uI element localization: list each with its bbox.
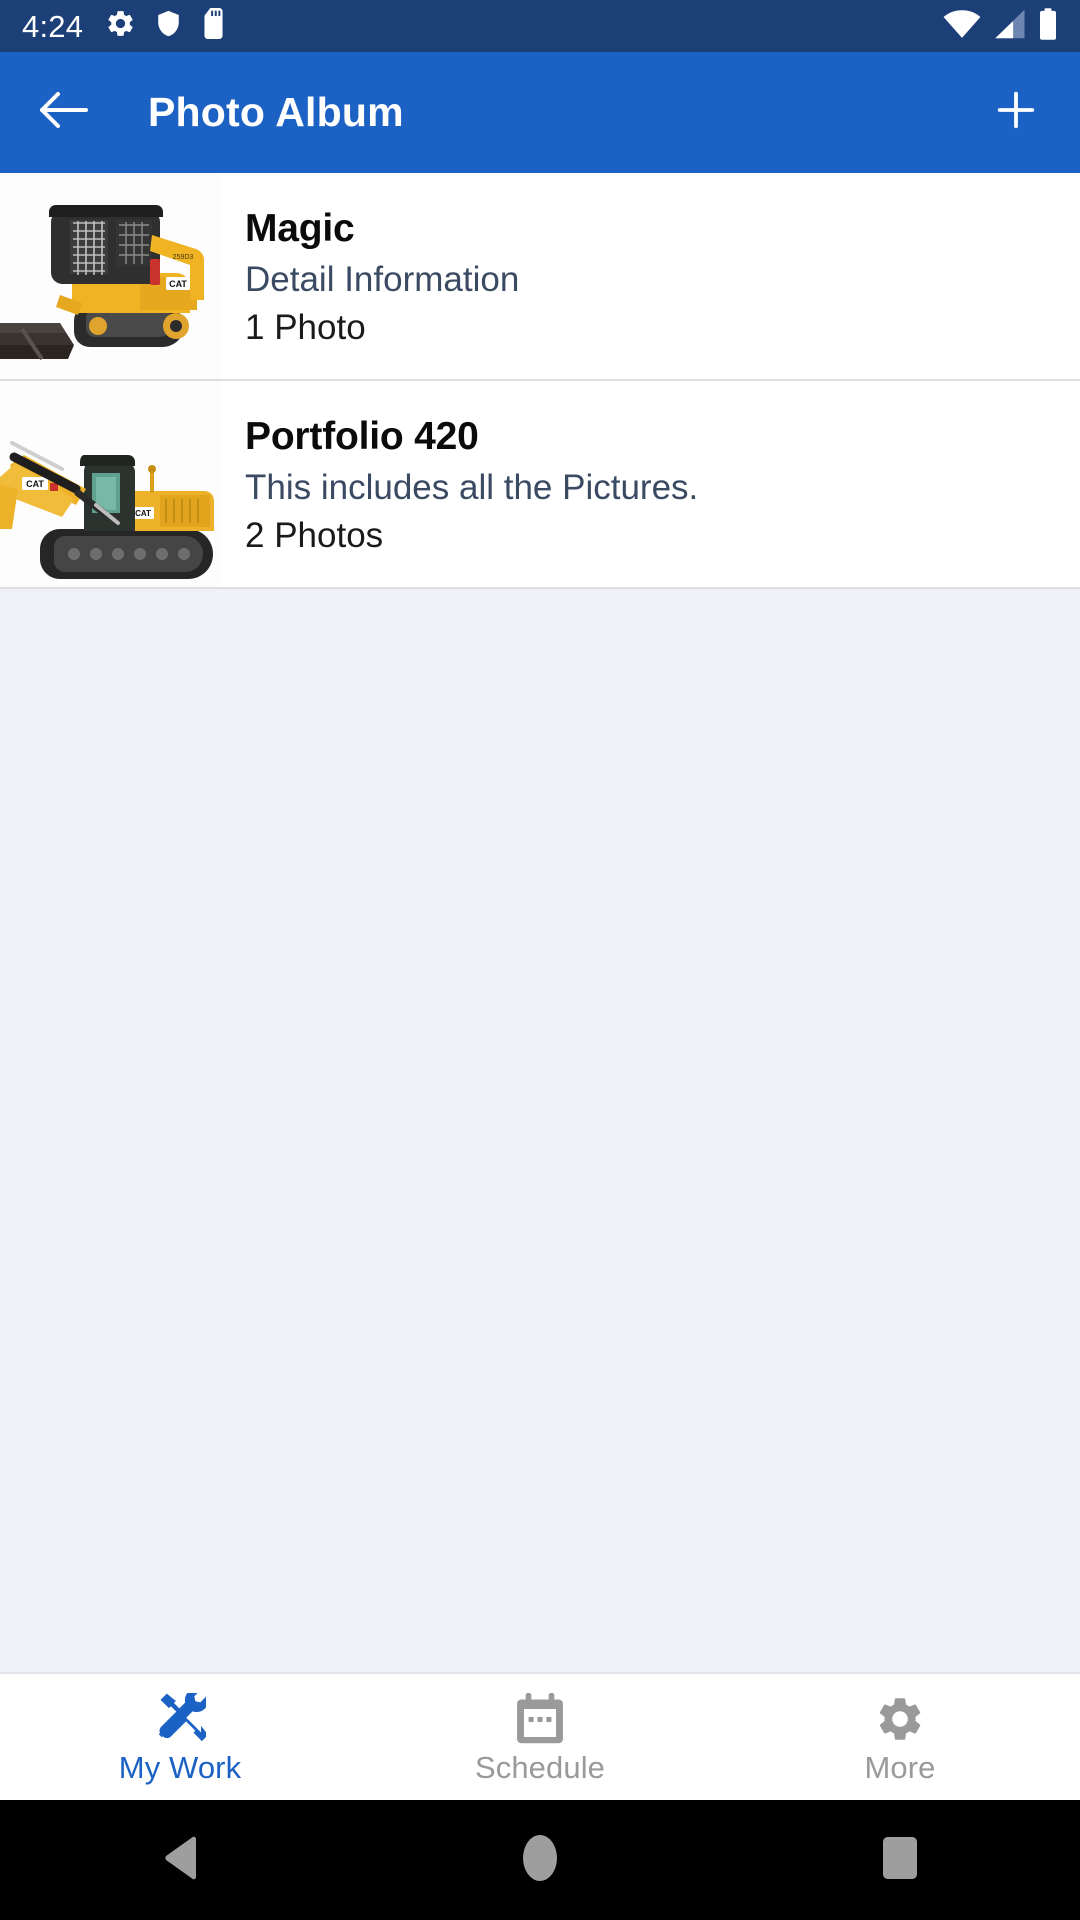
app-bar: Photo Album (0, 52, 1080, 173)
cat-excavator-photo: CAT CAT (0, 381, 221, 587)
nav-item-more[interactable]: More (720, 1674, 1080, 1800)
wifi-icon (943, 9, 981, 44)
arrow-left-icon (38, 90, 90, 135)
android-home-icon (523, 1834, 557, 1886)
album-description: This includes all the Pictures. (245, 467, 699, 507)
android-recents-button[interactable] (720, 1800, 1080, 1920)
album-description: Detail Information (245, 259, 520, 299)
album-photo-count: 1 Photo (245, 307, 366, 347)
album-list: CAT 259D3 Magic Detail Information 1 Pho… (0, 173, 1080, 589)
album-list-item[interactable]: CAT 259D3 Magic Detail Information 1 Pho… (0, 173, 1080, 381)
sd-card-icon (201, 8, 226, 44)
album-list-item[interactable]: CAT CAT Portfolio 420 This includes all … (0, 381, 1080, 589)
album-title: Magic (245, 207, 355, 251)
svg-text:CAT: CAT (169, 279, 187, 289)
gear-icon (874, 1692, 926, 1746)
album-title: Portfolio 420 (245, 415, 479, 459)
nav-label-my-work: My Work (118, 1749, 242, 1785)
android-home-button[interactable] (360, 1800, 720, 1920)
shield-icon (154, 8, 183, 44)
status-bar-clock: 4:24 (22, 8, 84, 44)
empty-content-area (0, 589, 1080, 1672)
android-recents-icon (883, 1836, 917, 1884)
back-button[interactable] (36, 85, 92, 141)
cellular-signal-icon (993, 9, 1026, 44)
bottom-navigation-bar: My Work Schedule More (0, 1672, 1080, 1800)
svg-text:259D3: 259D3 (173, 254, 194, 261)
cat-compact-track-loader-photo: CAT 259D3 (0, 173, 221, 379)
nav-label-more: More (864, 1749, 936, 1785)
android-back-button[interactable] (0, 1800, 360, 1920)
album-text-block: Magic Detail Information 1 Photo (221, 173, 1080, 379)
album-text-block: Portfolio 420 This includes all the Pict… (221, 381, 1080, 587)
nav-item-my-work[interactable]: My Work (0, 1674, 360, 1800)
tools-icon (154, 1692, 206, 1746)
status-bar: 4:24 (0, 0, 1080, 52)
battery-icon (1038, 7, 1058, 45)
add-album-button[interactable] (988, 85, 1044, 141)
page-title: Photo Album (148, 89, 404, 135)
status-bar-left: 4:24 (22, 8, 226, 44)
album-thumbnail[interactable]: CAT 259D3 (0, 173, 221, 379)
nav-label-schedule: Schedule (474, 1749, 606, 1785)
album-photo-count: 2 Photos (245, 515, 384, 555)
gear-icon (105, 8, 136, 44)
svg-text:CAT: CAT (135, 509, 151, 518)
android-system-navigation-bar (0, 1800, 1080, 1920)
album-thumbnail[interactable]: CAT CAT (0, 381, 221, 587)
plus-icon (993, 87, 1039, 138)
status-bar-right (943, 7, 1058, 45)
svg-text:CAT: CAT (26, 479, 44, 489)
android-back-icon (162, 1836, 198, 1885)
calendar-icon (515, 1692, 565, 1746)
nav-item-schedule[interactable]: Schedule (360, 1674, 720, 1800)
phone-screen: 4:24 Photo Album CAT 259D3 Magic Detail … (0, 0, 1080, 1920)
